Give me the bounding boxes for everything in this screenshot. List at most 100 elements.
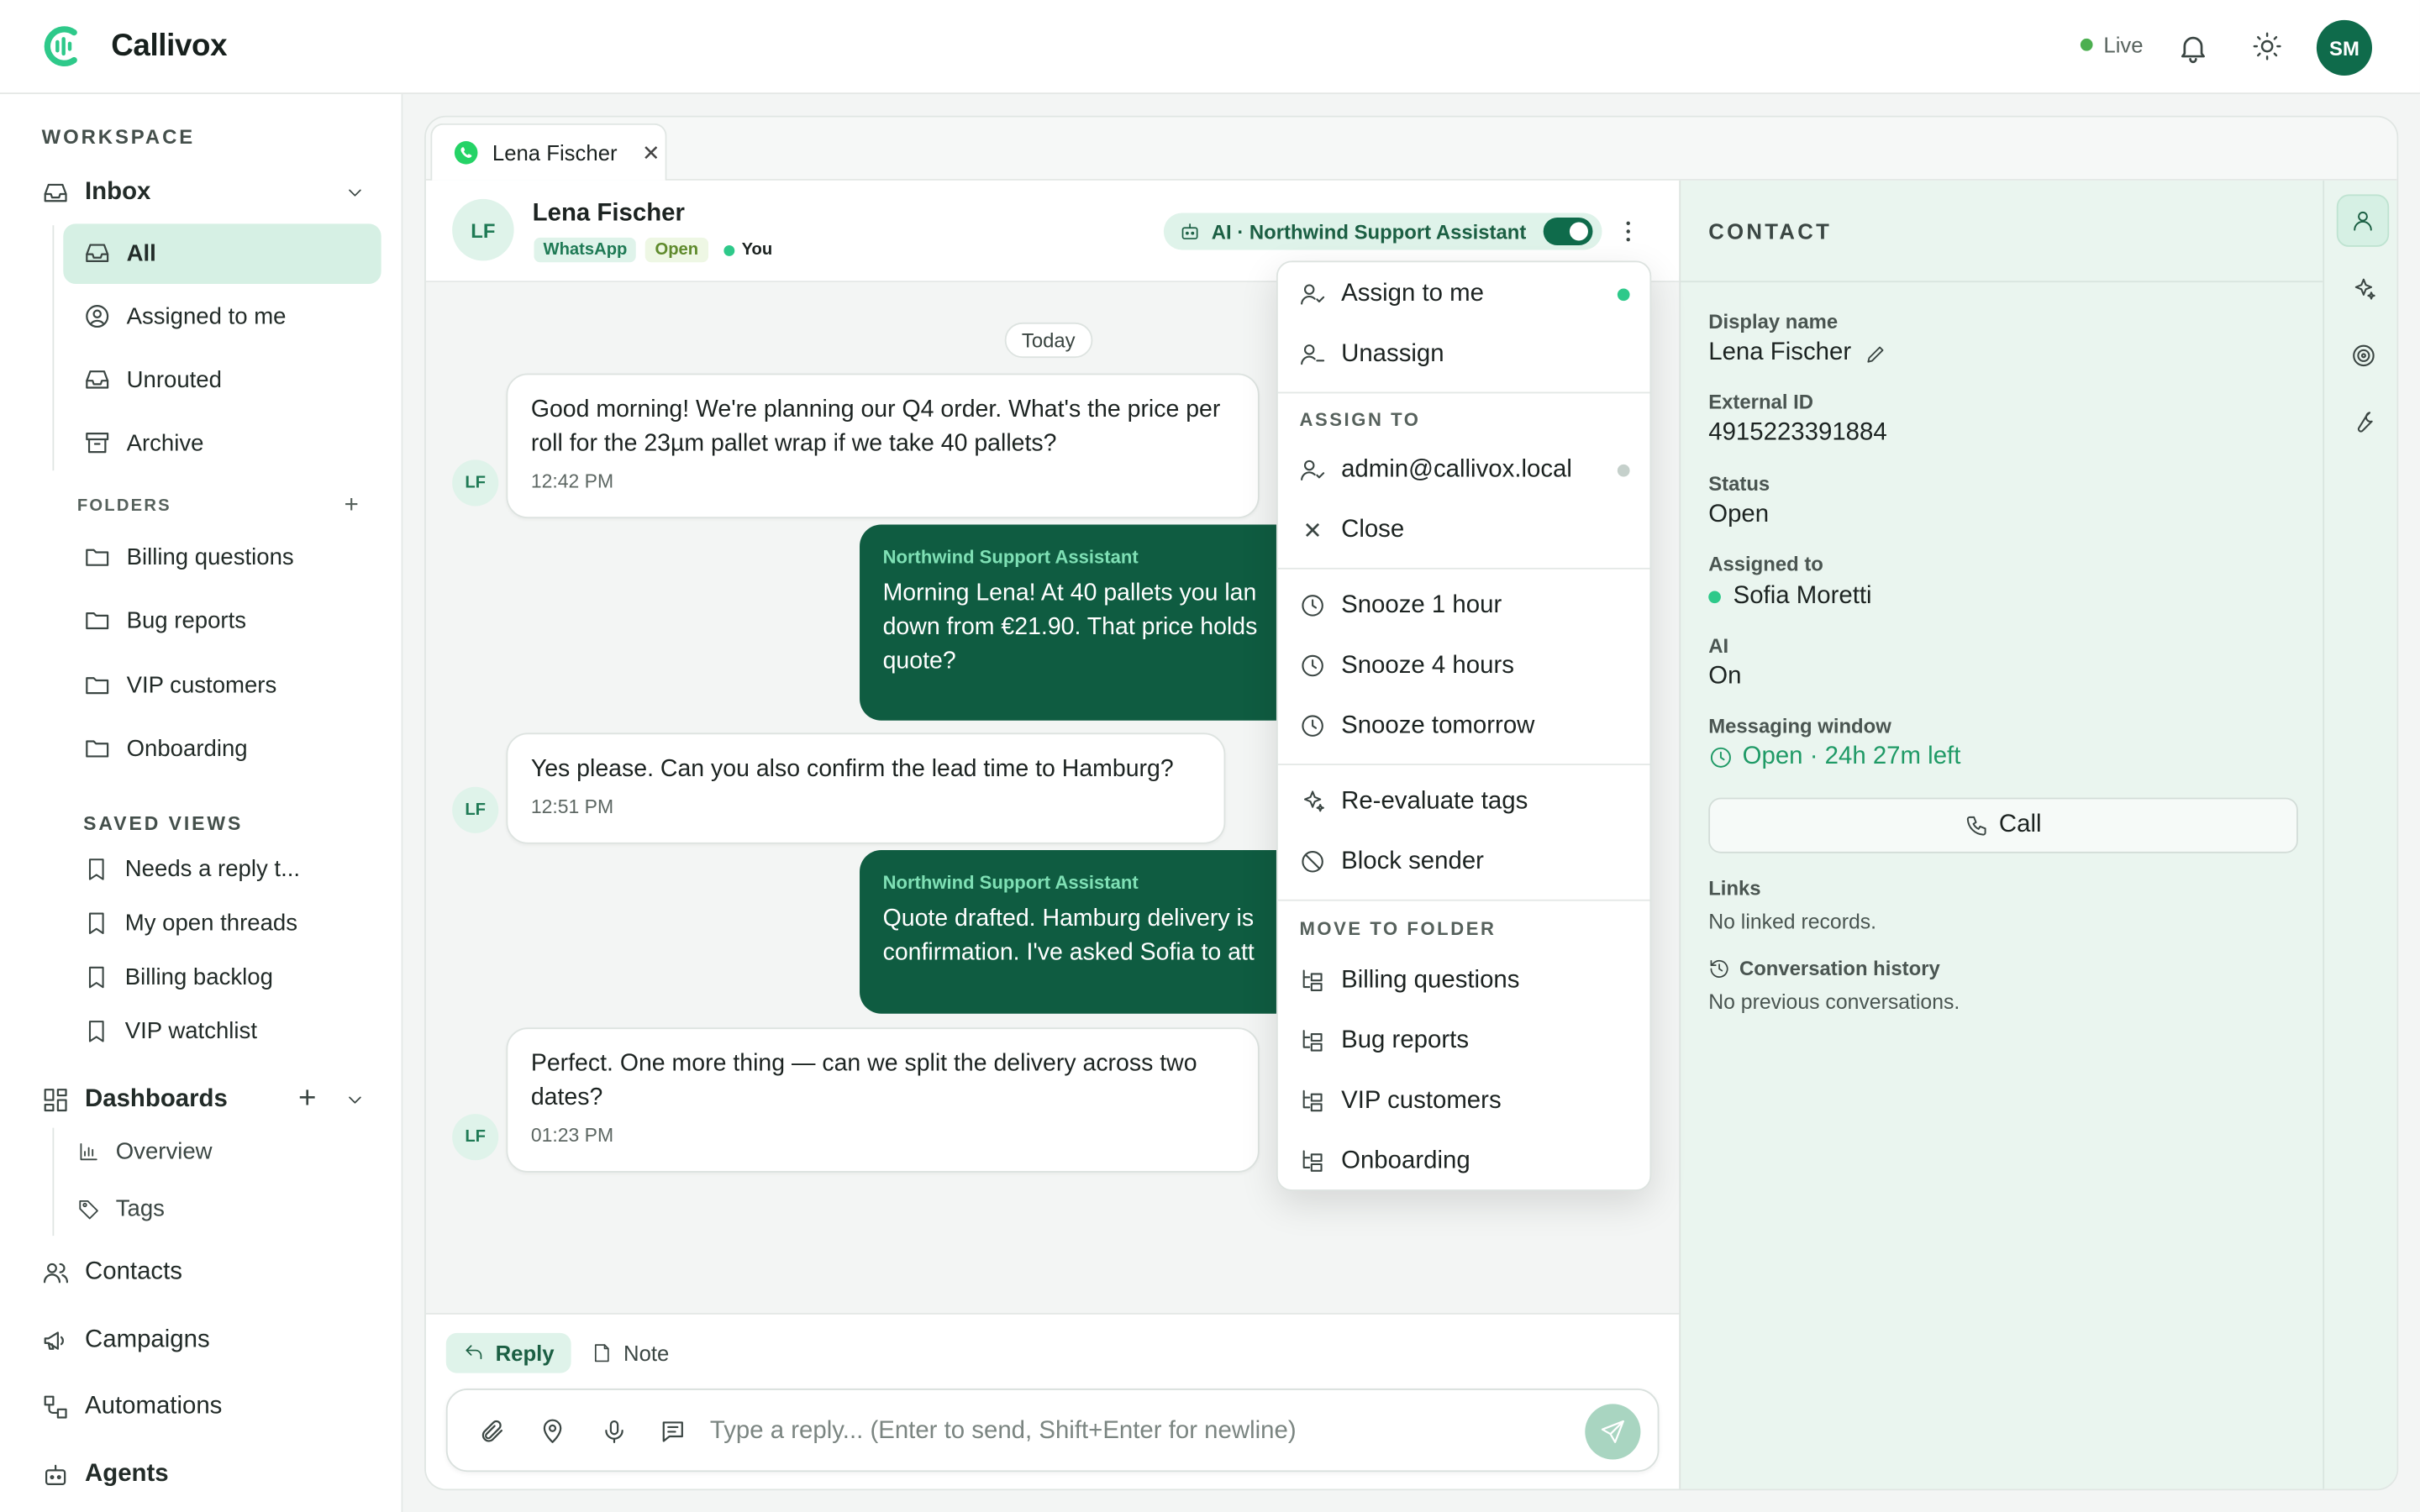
sidebar-dashboards[interactable]: Dashboards + bbox=[42, 1082, 366, 1117]
saved-view-item[interactable]: My open threads bbox=[83, 911, 297, 937]
menu-snooze-tomorrow[interactable]: Snooze tomorrow bbox=[1278, 696, 1650, 756]
menu-assign-to-me[interactable]: Assign to me bbox=[1278, 264, 1650, 324]
saved-view-item[interactable]: Needs a reply t... bbox=[83, 856, 301, 883]
pencil-icon[interactable] bbox=[1864, 342, 1887, 365]
menu-label: VIP customers bbox=[1341, 1086, 1502, 1114]
chevron-down-icon[interactable] bbox=[345, 1089, 366, 1110]
bar-chart-icon bbox=[80, 1142, 97, 1161]
bookmark-icon bbox=[88, 1021, 104, 1042]
sidebar-contacts[interactable]: Contacts bbox=[42, 1259, 182, 1287]
history-label: Conversation history bbox=[1739, 956, 1940, 980]
template-message-icon[interactable] bbox=[659, 1418, 687, 1446]
assigned-dot bbox=[1708, 591, 1721, 604]
call-button[interactable]: Call bbox=[1708, 797, 2298, 853]
sidebar-item-all[interactable]: All bbox=[83, 239, 156, 267]
reply-input[interactable] bbox=[709, 1411, 1544, 1452]
menu-folder-billing[interactable]: Billing questions bbox=[1278, 950, 1650, 1011]
sidebar-agents[interactable]: Agents bbox=[42, 1461, 169, 1488]
sidebar-folder-vip[interactable]: VIP customers bbox=[83, 671, 276, 699]
microphone-icon[interactable] bbox=[600, 1418, 628, 1446]
saved-view-label: VIP watchlist bbox=[124, 1018, 257, 1045]
ai-assistant-pill[interactable]: AI · Northwind Support Assistant bbox=[1163, 213, 1602, 250]
live-label: Live bbox=[2103, 32, 2144, 57]
menu-folder-onboarding[interactable]: Onboarding bbox=[1278, 1131, 1650, 1191]
menu-folder-vip[interactable]: VIP customers bbox=[1278, 1071, 1650, 1131]
message-text: Perfect. One more thing — can we split t… bbox=[530, 1050, 1197, 1111]
saved-view-label: Needs a reply t... bbox=[124, 856, 301, 883]
menu-snooze-1h[interactable]: Snooze 1 hour bbox=[1278, 575, 1650, 636]
conversation-actions-menu: Assign to me Unassign ASSIGN TO admin@ca… bbox=[1276, 260, 1652, 1191]
add-dashboard-button[interactable]: + bbox=[298, 1082, 316, 1117]
menu-divider bbox=[1277, 764, 1650, 766]
menu-snooze-4h[interactable]: Snooze 4 hours bbox=[1278, 636, 1650, 696]
external-id-value: 4915223391884 bbox=[1708, 419, 1887, 446]
top-bar: Callivox Live SM bbox=[0, 0, 2420, 95]
bell-icon[interactable] bbox=[2176, 31, 2210, 65]
sidebar-folder-label: Onboarding bbox=[126, 735, 248, 762]
assignee-label: You bbox=[741, 240, 773, 260]
note-mode-button[interactable]: Note bbox=[591, 1333, 669, 1373]
assigned-row: Sofia Moretti bbox=[1708, 583, 1872, 611]
sidebar-folder-onboarding[interactable]: Onboarding bbox=[83, 734, 248, 762]
folder-tree-icon bbox=[1302, 969, 1323, 991]
contact-avatar: LF bbox=[452, 198, 514, 261]
menu-close[interactable]: ✕ Close bbox=[1278, 500, 1650, 560]
user-avatar[interactable]: SM bbox=[2316, 19, 2373, 76]
menu-block-sender[interactable]: Block sender bbox=[1278, 832, 1650, 892]
menu-folder-bugs[interactable]: Bug reports bbox=[1278, 1011, 1650, 1071]
location-pin-icon[interactable] bbox=[539, 1418, 566, 1446]
dashboard-item-overview[interactable]: Overview bbox=[77, 1138, 213, 1165]
tab-lena-fischer[interactable]: Lena Fischer ✕ bbox=[430, 123, 667, 181]
channel-chip: WhatsApp bbox=[534, 237, 637, 263]
tag-icon bbox=[79, 1200, 98, 1220]
add-folder-button[interactable]: + bbox=[345, 492, 359, 520]
brand[interactable]: Callivox bbox=[40, 24, 228, 70]
sidebar-item-unrouted[interactable]: Unrouted bbox=[83, 365, 222, 393]
sidebar-inbox[interactable]: Inbox bbox=[42, 179, 366, 207]
reply-mode-button[interactable]: Reply bbox=[445, 1332, 571, 1373]
bot-icon bbox=[45, 1464, 66, 1486]
contact-user-icon[interactable] bbox=[2336, 194, 2390, 247]
sidebar-folder-billing[interactable]: Billing questions bbox=[83, 543, 294, 571]
menu-label: admin@callivox.local bbox=[1341, 455, 1572, 482]
message-time: 12:51 PM bbox=[530, 795, 614, 818]
sparkles-icon[interactable] bbox=[2337, 262, 2389, 314]
day-separator: Today bbox=[1004, 322, 1092, 359]
menu-unassign[interactable]: Unassign bbox=[1278, 324, 1650, 385]
close-icon: ✕ bbox=[1302, 517, 1323, 544]
menu-assign-agent[interactable]: admin@callivox.local bbox=[1278, 439, 1650, 500]
sidebar-folder-bugs[interactable]: Bug reports bbox=[83, 606, 246, 634]
history-value: No previous conversations. bbox=[1708, 990, 1960, 1014]
target-icon[interactable] bbox=[2337, 328, 2389, 381]
sun-icon[interactable] bbox=[2252, 31, 2283, 62]
external-id-label: External ID bbox=[1708, 390, 1813, 414]
sidebar: WORKSPACE Inbox All Assigned to me Unrou… bbox=[0, 94, 403, 1512]
message-text: Quote drafted. Hamburg delivery is confi… bbox=[882, 906, 1255, 966]
sidebar-automations[interactable]: Automations bbox=[42, 1394, 222, 1421]
clock-icon bbox=[1302, 595, 1323, 617]
contact-panel-header: CONTACT bbox=[1681, 181, 2323, 283]
sidebar-item-assigned[interactable]: Assigned to me bbox=[83, 302, 287, 330]
sidebar-campaigns[interactable]: Campaigns bbox=[42, 1327, 210, 1355]
sidebar-item-archive[interactable]: Archive bbox=[83, 429, 204, 457]
reply-label: Reply bbox=[495, 1341, 555, 1366]
more-vertical-icon[interactable] bbox=[1614, 218, 1642, 245]
menu-label: Snooze 4 hours bbox=[1341, 652, 1514, 679]
close-tab-icon[interactable]: ✕ bbox=[642, 139, 660, 165]
ai-toggle[interactable] bbox=[1543, 217, 1593, 246]
send-button[interactable] bbox=[1585, 1404, 1641, 1460]
paperclip-icon[interactable] bbox=[478, 1418, 506, 1446]
user-check-icon bbox=[1301, 284, 1325, 305]
dashboard-item-tags[interactable]: Tags bbox=[77, 1195, 165, 1222]
menu-divider bbox=[1277, 899, 1650, 901]
message-outgoing: Northwind Support Assistant Quote drafte… bbox=[860, 850, 1307, 1014]
display-name-value: Lena Fischer bbox=[1708, 339, 1852, 366]
message-time: 01:23 PM bbox=[530, 1124, 614, 1147]
composer-box bbox=[445, 1389, 1660, 1473]
menu-reevaluate-tags[interactable]: Re-evaluate tags bbox=[1278, 771, 1650, 832]
live-indicator: Live bbox=[2080, 32, 2144, 57]
wrench-icon[interactable] bbox=[2337, 395, 2389, 447]
user-minus-icon bbox=[1301, 344, 1325, 365]
saved-view-item[interactable]: VIP watchlist bbox=[83, 1018, 257, 1044]
saved-view-item[interactable]: Billing backlog bbox=[83, 964, 273, 990]
